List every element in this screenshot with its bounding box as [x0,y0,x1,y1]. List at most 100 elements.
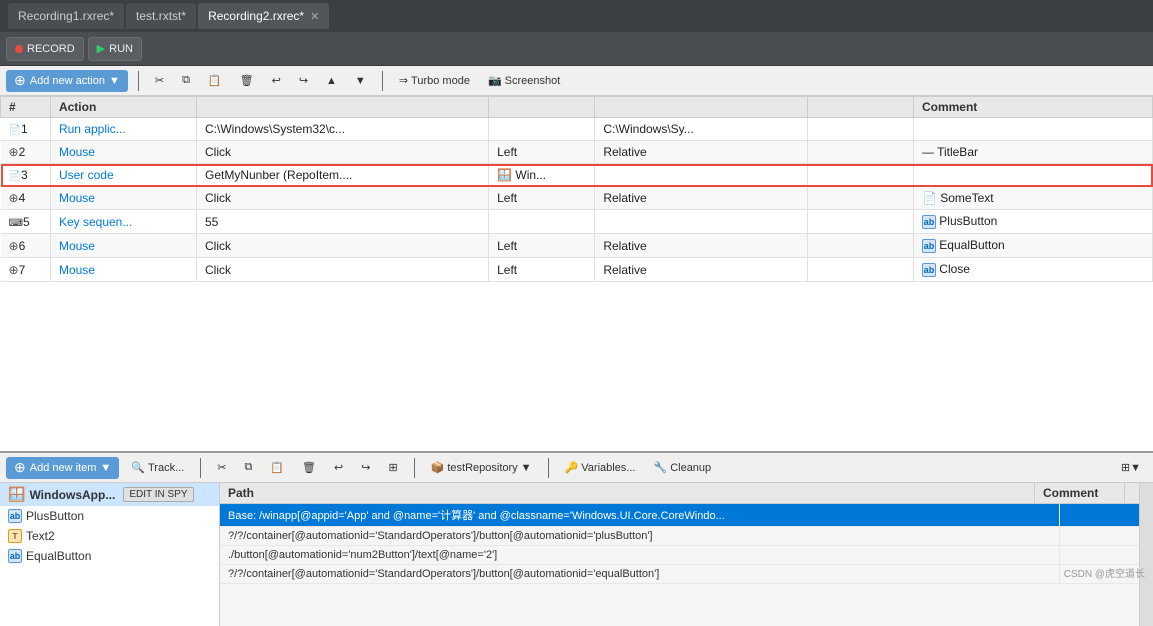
screenshot-button[interactable]: 📷 Screenshot [482,72,566,89]
actions-table-container: # Action Comment 📄1 Run applic... C:\Win… [0,96,1153,451]
record-button[interactable]: RECORD [6,37,84,61]
row-p3: Relative [595,234,807,258]
copy-button[interactable]: ⧉ [176,72,196,89]
path-value: ./button[@automationid='num2Button']/tex… [220,546,1059,564]
path-row[interactable]: ?/?/container[@automationid='StandardOpe… [220,565,1139,584]
table-row[interactable]: ⊕7 Mouse Click Left Relative ab Close [1,258,1153,282]
row-comment: 📄 SomeText [913,187,1152,210]
run-play-icon: ▶ [97,42,105,55]
cut-button[interactable]: ✂ [149,72,170,89]
delete-button[interactable]: 🗑 [234,72,260,89]
ab-icon: ab [922,215,936,229]
row-num: ⊕4 [1,187,51,210]
close-tab-icon[interactable]: ✕ [310,10,319,23]
row-action: Mouse [50,258,196,282]
magnify-icon: 🔍 [131,461,145,474]
item-label: PlusButton [26,509,84,523]
row-action: Mouse [50,187,196,210]
turbo-mode-button[interactable]: ⇒ Turbo mode [393,72,476,89]
add-new-item-button[interactable]: ⊕ Add new item ▼ [6,457,119,479]
row-comment: — TitleBar [913,141,1152,164]
redo-bottom-button[interactable]: ↪ [355,459,376,476]
title-bar: Recording1.rxrec* test.rxtst* Recording2… [0,0,1153,32]
row-comment: ab EqualButton [913,234,1152,258]
row-action: Mouse [50,141,196,164]
row-p1: Click [197,258,489,282]
path-value: Base: /winapp[@appid='App' and @name='计算… [220,504,1059,526]
tab-test[interactable]: test.rxtst* [126,3,196,29]
row-p1: Click [197,141,489,164]
copy-bottom-button[interactable]: ⧉ [238,459,258,476]
paste-button[interactable]: 📋 [202,72,228,89]
comment-col-header: Comment [1035,483,1125,503]
row-p1: GetMyNunber (RepoItem.... [197,164,489,187]
add-new-action-button[interactable]: ⊕ Add new action ▼ [6,70,128,92]
expand-icon[interactable]: ⊕ [9,191,19,205]
undo-bottom-button[interactable]: ↩ [328,459,349,476]
left-panel-item-equal[interactable]: ab EqualButton [0,546,219,566]
table-row[interactable]: 📄3 User code GetMyNunber (RepoItem.... 🪟… [1,164,1153,187]
col-header-p3 [595,97,807,118]
row-icon: ⌨ [9,218,23,229]
paste-bottom-button[interactable]: 📋 [264,459,290,476]
ab-icon: ab [922,263,936,277]
col-header-num: # [1,97,51,118]
variables-button[interactable]: 🔑 Variables... [559,459,642,476]
ab-icon: ab [8,549,22,563]
dropdown-arrow-icon2: ▼ [521,462,532,474]
left-panel-item-windows[interactable]: 🪟 WindowsApp... EDIT IN SPY [0,483,219,506]
tab-recording2[interactable]: Recording2.rxrec* ✕ [198,3,329,29]
scrollbar[interactable] [1139,483,1153,626]
left-panel-item-text2[interactable]: T Text2 [0,526,219,546]
watermark: CSDN @虎空道长 [1064,565,1145,580]
row-icon: 📄 [9,171,21,182]
redo-button[interactable]: ↪ [293,72,314,89]
row-comment [913,164,1152,187]
cleanup-button[interactable]: 🔧 Cleanup [647,459,717,476]
undo-button[interactable]: ↩ [266,72,287,89]
row-p3: C:\Windows\Sy... [595,118,807,141]
cut-bottom-button[interactable]: ✂ [211,459,232,476]
row-p2 [489,210,595,234]
left-panel-item-plus[interactable]: ab PlusButton [0,506,219,526]
test-repository-button[interactable]: 📦 testRepository ▼ [425,459,538,476]
add-icon: ⊕ [14,72,26,89]
expand-icon[interactable]: ⊕ [9,263,19,277]
path-row[interactable]: ./button[@automationid='num2Button']/tex… [220,546,1139,565]
grid-layout-button[interactable]: ⊞▼ [1115,459,1147,476]
row-p1: Click [197,187,489,210]
delete-bottom-button[interactable]: 🗑 [296,459,322,476]
tab-recording1[interactable]: Recording1.rxrec* [8,3,124,29]
row-action: Run applic... [50,118,196,141]
row-p2: Left [489,141,595,164]
text-icon: T [8,529,22,543]
table-row[interactable]: ⊕2 Mouse Click Left Relative — TitleBar [1,141,1153,164]
row-p3: Relative [595,258,807,282]
table-row[interactable]: 📄1 Run applic... C:\Windows\System32\c..… [1,118,1153,141]
row-p2: Left [489,234,595,258]
path-row[interactable]: Base: /winapp[@appid='App' and @name='计算… [220,504,1139,527]
table-row[interactable]: ⌨5 Key sequen... 55 ab PlusButton [1,210,1153,234]
row-p3 [595,164,807,187]
run-button[interactable]: ▶ RUN [88,37,142,61]
row-p1: Click [197,234,489,258]
row-num: ⌨5 [1,210,51,234]
move-down-button[interactable]: ▼ [349,73,372,89]
row-comment: ab Close [913,258,1152,282]
table-row[interactable]: ⊕4 Mouse Click Left Relative 📄 SomeText [1,187,1153,210]
path-row[interactable]: ?/?/container[@automationid='StandardOpe… [220,527,1139,546]
repo-bottom-button[interactable]: ⊞ [382,459,403,476]
expand-icon[interactable]: ⊕ [9,145,19,159]
bottom-panel: ⊕ Add new item ▼ 🔍 Track... ✂ ⧉ 📋 🗑 ↩ ↪ … [0,451,1153,626]
right-panel: Path Comment Base: /winapp[@appid='App' … [220,483,1139,626]
move-up-button[interactable]: ▲ [320,73,343,89]
row-p4 [807,234,913,258]
action-bar: ⊕ Add new action ▼ ✂ ⧉ 📋 🗑 ↩ ↪ ▲ ▼ ⇒ Tur… [0,66,1153,96]
separator [138,71,139,91]
expand-icon[interactable]: ⊕ [9,239,19,253]
row-p4 [807,258,913,282]
edit-in-spy-button[interactable]: EDIT IN SPY [123,487,193,502]
comment-doc-icon: 📄 [922,191,937,205]
track-button[interactable]: 🔍 Track... [125,459,190,476]
table-row[interactable]: ⊕6 Mouse Click Left Relative ab EqualBut… [1,234,1153,258]
